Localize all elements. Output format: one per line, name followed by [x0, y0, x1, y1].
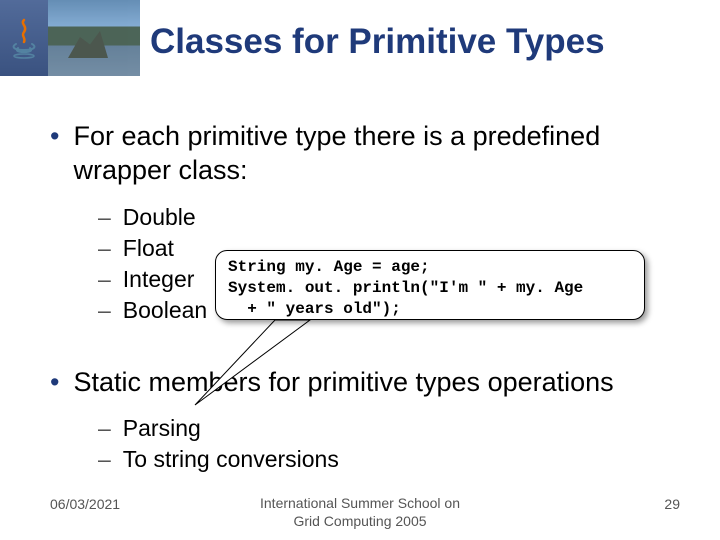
header-landscape-image [48, 0, 140, 76]
slide-title: Classes for Primitive Types [150, 22, 710, 62]
code-callout: String my. Age = age; System. out. print… [215, 250, 645, 320]
footer-date: 06/03/2021 [50, 496, 120, 512]
callout-tail [180, 310, 330, 410]
sub-item: To string conversions [123, 444, 339, 475]
dash-icon: – [98, 264, 111, 295]
dash-icon: – [98, 444, 111, 475]
sub-item: Double [123, 202, 196, 233]
footer-page-number: 29 [664, 496, 680, 512]
bullet-1-text: For each primitive type there is a prede… [73, 120, 690, 188]
dash-icon: – [98, 295, 111, 326]
java-logo-icon [0, 0, 48, 76]
bullet-dot-icon: • [50, 366, 59, 400]
slide-footer: 06/03/2021 International Summer School o… [0, 494, 720, 530]
code-snippet: String my. Age = age; System. out. print… [228, 257, 632, 319]
dash-icon: – [98, 233, 111, 264]
sub-item: Parsing [123, 413, 201, 444]
sub-item: Integer [123, 264, 195, 295]
bullet-2: • Static members for primitive types ope… [50, 366, 690, 476]
dash-icon: – [98, 413, 111, 444]
bullet-dot-icon: • [50, 120, 59, 188]
bullet-2-text: Static members for primitive types opera… [73, 366, 613, 400]
dash-icon: – [98, 202, 111, 233]
sub-item: Float [123, 233, 174, 264]
